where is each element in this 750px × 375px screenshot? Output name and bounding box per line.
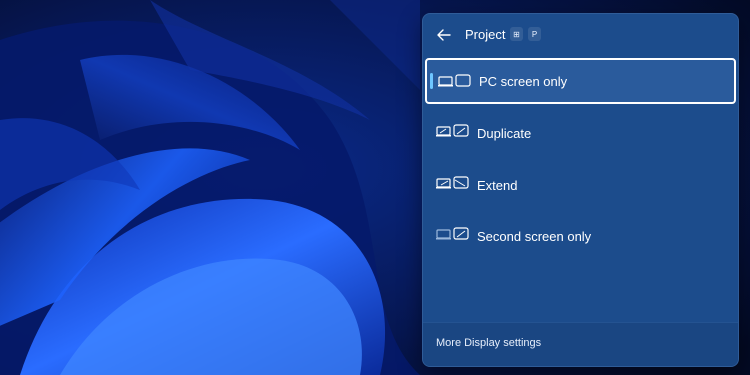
option-second-screen-only[interactable]: Second screen only — [425, 213, 736, 259]
option-pc-screen-only[interactable]: PC screen only — [425, 58, 736, 104]
option-label: PC screen only — [479, 73, 568, 89]
p-key-badge: P — [528, 27, 541, 41]
duplicate-icon — [436, 124, 469, 137]
pc-screen-only-icon — [438, 74, 471, 87]
project-panel: Project ⊞ P PC screen only Duplicate Ext… — [422, 13, 739, 367]
option-label: Duplicate — [477, 125, 532, 141]
panel-footer: More Display settings — [423, 322, 738, 366]
second-screen-only-icon — [436, 227, 469, 240]
panel-title: Project — [465, 27, 506, 42]
windows-key-icon: ⊞ — [510, 27, 523, 41]
option-extend[interactable]: Extend — [425, 162, 736, 208]
arrow-left-icon — [437, 29, 451, 41]
extend-icon — [436, 176, 469, 189]
option-label: Second screen only — [477, 228, 592, 244]
panel-header: Project ⊞ P — [423, 14, 738, 56]
option-label: Extend — [477, 177, 518, 193]
option-duplicate[interactable]: Duplicate — [425, 110, 736, 156]
more-display-settings-link[interactable]: More Display settings — [436, 337, 541, 349]
selection-indicator — [430, 73, 433, 89]
back-button[interactable] — [433, 25, 455, 45]
